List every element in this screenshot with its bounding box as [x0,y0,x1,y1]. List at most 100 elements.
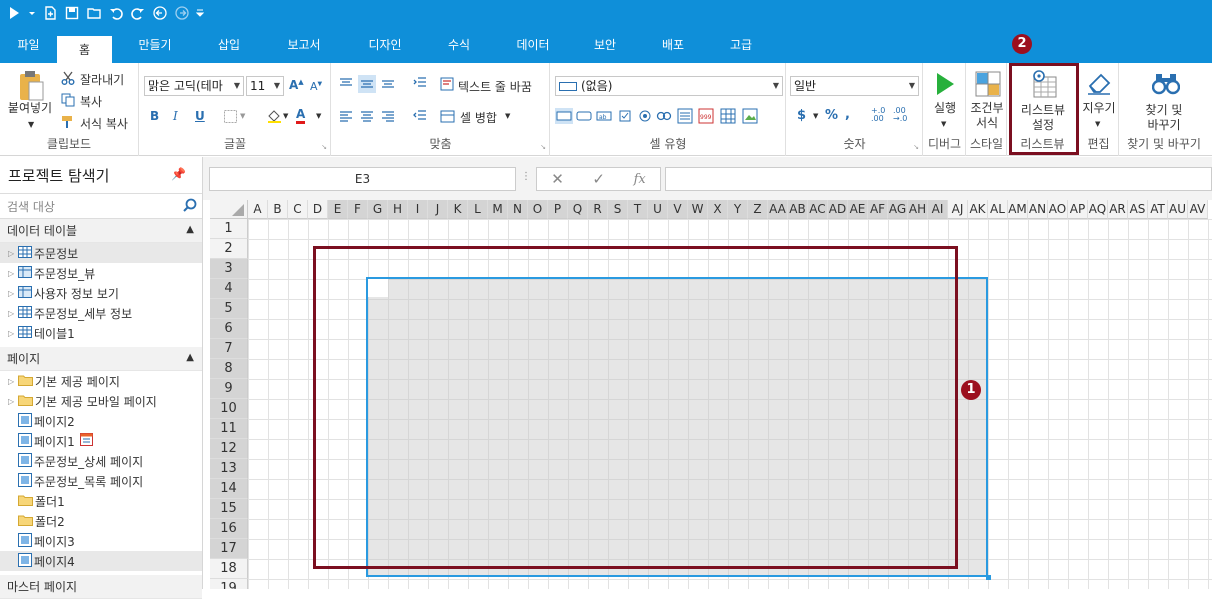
column-header[interactable]: AB [788,200,808,219]
column-header[interactable]: AN [1028,200,1048,219]
tree-item-view[interactable]: ▷ 주문정보_뷰 [0,263,202,283]
list-celltype-icon[interactable] [676,107,694,125]
run-button[interactable]: 실행 [924,101,966,116]
column-header[interactable]: M [488,200,508,219]
undo-icon[interactable] [108,5,124,21]
back-icon[interactable] [152,5,168,21]
chevron-up-icon[interactable]: ▲ [186,352,194,363]
row-header[interactable]: 11 [210,419,248,439]
percent-button[interactable]: % [825,108,838,123]
customize-icon[interactable] [196,5,204,21]
column-header[interactable]: AI [928,200,948,219]
column-header[interactable]: AF [868,200,888,219]
column-header[interactable]: Q [568,200,588,219]
radio-celltype-icon[interactable] [637,108,653,124]
explorer-search-input[interactable]: 검색 대상 [0,193,202,219]
row-header[interactable]: 9 [210,379,248,399]
column-header[interactable]: AU [1168,200,1188,219]
eraser-icon[interactable] [1085,69,1113,97]
row-header[interactable]: 13 [210,459,248,479]
column-header[interactable]: AR [1108,200,1128,219]
tree-item-page[interactable]: 페이지1 [0,431,202,451]
paste-icon[interactable] [16,69,46,103]
grid-celltype-icon[interactable] [719,107,737,125]
tree-item-folder[interactable]: 폴더2 [0,511,202,531]
column-header[interactable]: B [268,200,288,219]
select-all-corner[interactable] [210,200,248,219]
font-color-icon[interactable]: A [296,107,306,124]
row-header[interactable]: 14 [210,479,248,499]
column-header[interactable]: N [508,200,528,219]
column-header[interactable]: AO [1048,200,1068,219]
column-header[interactable]: AH [908,200,928,219]
tab-file[interactable]: 파일 [0,26,57,63]
align-center-icon[interactable] [359,108,375,124]
merge-dropdown-icon[interactable]: ▼ [505,112,510,120]
indent-icon[interactable] [412,75,428,91]
column-header[interactable]: R [588,200,608,219]
conditional-format-icon[interactable] [974,70,1002,98]
label-celltype-icon[interactable]: ab [595,108,613,124]
row-header[interactable]: 18 [210,559,248,579]
column-header[interactable]: AA [768,200,788,219]
row-header[interactable]: 3 [210,259,248,279]
column-header[interactable]: Z [748,200,768,219]
formula-input[interactable] [665,167,1212,191]
column-header[interactable]: J [428,200,448,219]
cancel-icon[interactable]: ✕ [551,170,564,188]
tab-insert[interactable]: 삽입 [198,26,260,63]
column-header[interactable]: AK [968,200,988,219]
column-header[interactable]: G [368,200,388,219]
section-master-pages[interactable]: 마스터 페이지 [0,575,202,599]
align-right-icon[interactable] [380,108,396,124]
column-header[interactable]: AT [1148,200,1168,219]
column-header[interactable]: AL [988,200,1008,219]
link-celltype-icon[interactable] [655,108,673,124]
row-header[interactable]: 10 [210,399,248,419]
align-left-icon[interactable] [338,108,354,124]
conditional-format-button[interactable]: 조건부 서식 [967,101,1007,131]
underline-button[interactable]: U [195,109,205,123]
column-header[interactable]: E [328,200,348,219]
cut-button[interactable]: 잘라내기 [80,71,124,88]
align-bottom-icon[interactable] [380,75,396,91]
row-header[interactable]: 6 [210,319,248,339]
shrink-font-icon[interactable]: A▼ [310,80,322,93]
tree-item-page[interactable]: 주문정보_상세 페이지 [0,451,202,471]
column-header[interactable]: U [648,200,668,219]
border-dropdown-icon[interactable]: ▼ [240,112,245,120]
row-header[interactable]: 4 [210,279,248,299]
column-header[interactable]: V [668,200,688,219]
dialog-launcher-icon[interactable]: ↘ [913,143,919,151]
column-header[interactable]: AQ [1088,200,1108,219]
binoculars-icon[interactable] [1152,71,1180,97]
tree-item-page[interactable]: 페이지2 [0,411,202,431]
expand-icon[interactable]: ▷ [8,377,16,386]
tab-create[interactable]: 만들기 [112,26,198,63]
column-header[interactable]: AM [1008,200,1028,219]
dropdown-icon[interactable] [28,5,36,21]
tab-data[interactable]: 데이터 [496,26,570,63]
column-header[interactable]: AP [1068,200,1088,219]
expand-icon[interactable]: ▷ [8,249,16,258]
expand-icon[interactable]: ▷ [8,289,16,298]
row-header[interactable]: 16 [210,519,248,539]
tree-item-folder[interactable]: ▷ 기본 제공 페이지 [0,371,202,391]
tab-security[interactable]: 보안 [570,26,640,63]
font-size-select[interactable]: 11 ▼ [246,76,284,96]
column-header[interactable]: AJ [948,200,968,219]
dialog-launcher-icon[interactable]: ↘ [540,143,546,151]
tree-item-table[interactable]: ▷ 주문정보_세부 정보 [0,303,202,323]
column-header[interactable]: Y [728,200,748,219]
expand-icon[interactable]: ▷ [8,309,16,318]
bold-button[interactable]: B [150,109,159,123]
grow-font-icon[interactable]: A▲ [289,78,304,92]
save-icon[interactable] [64,5,80,21]
textbox-celltype-icon[interactable] [555,108,573,124]
section-pages[interactable]: 페이지 ▲ [0,347,202,371]
row-header[interactable]: 8 [210,359,248,379]
column-header[interactable]: I [408,200,428,219]
column-header[interactable]: C [288,200,308,219]
outdent-icon[interactable] [412,108,428,124]
tab-formula[interactable]: 수식 [422,26,496,63]
